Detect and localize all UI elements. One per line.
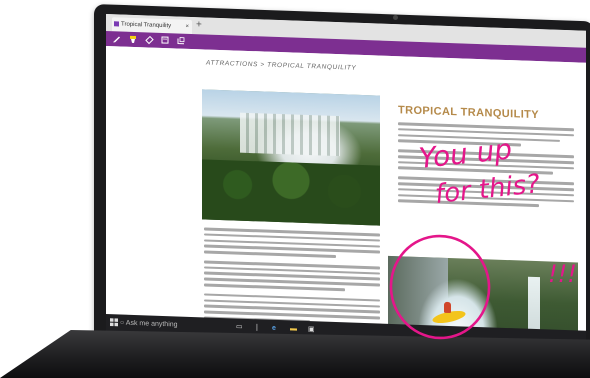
kayaker	[444, 301, 451, 314]
cortana-search-box[interactable]: ○ Ask me anything	[120, 318, 210, 331]
pen-icon[interactable]	[112, 33, 122, 43]
eraser-icon[interactable]	[144, 34, 154, 45]
mic-icon[interactable]: ❘	[254, 323, 260, 333]
highlighter-icon[interactable]	[128, 34, 138, 44]
article-paragraph	[398, 122, 574, 211]
page-favicon-icon	[114, 21, 119, 27]
screen: Tropical Tranquility × + ATTRACTIONS > T…	[106, 14, 586, 349]
clip-icon[interactable]	[176, 35, 186, 45]
edge-browser-icon[interactable]: e	[272, 324, 276, 334]
tab-close-icon[interactable]: ×	[185, 20, 189, 34]
article-paragraph	[204, 227, 380, 328]
breadcrumb[interactable]: ATTRACTIONS > TROPICAL TRANQUILITY	[206, 59, 356, 71]
tab-title: Tropical Tranquility	[121, 21, 172, 30]
store-icon[interactable]: ▣	[308, 325, 315, 335]
windows-start-icon[interactable]	[110, 318, 119, 328]
search-placeholder: Ask me anything	[125, 319, 178, 329]
task-view-icon[interactable]: ▭	[236, 323, 243, 333]
note-icon[interactable]	[160, 35, 170, 45]
jungle-canopy	[202, 159, 380, 226]
laptop: Tropical Tranquility × + ATTRACTIONS > T…	[0, 0, 590, 378]
webcam	[393, 15, 398, 20]
article-title: TROPICAL TRANQUILITY	[398, 104, 540, 122]
file-explorer-icon[interactable]: ▬	[290, 324, 297, 334]
new-tab-button[interactable]: +	[196, 19, 202, 30]
waterfall-cascade	[240, 112, 340, 157]
web-page: ATTRACTIONS > TROPICAL TRANQUILITY TROPI…	[106, 46, 586, 349]
waterfall-photo	[202, 89, 380, 226]
